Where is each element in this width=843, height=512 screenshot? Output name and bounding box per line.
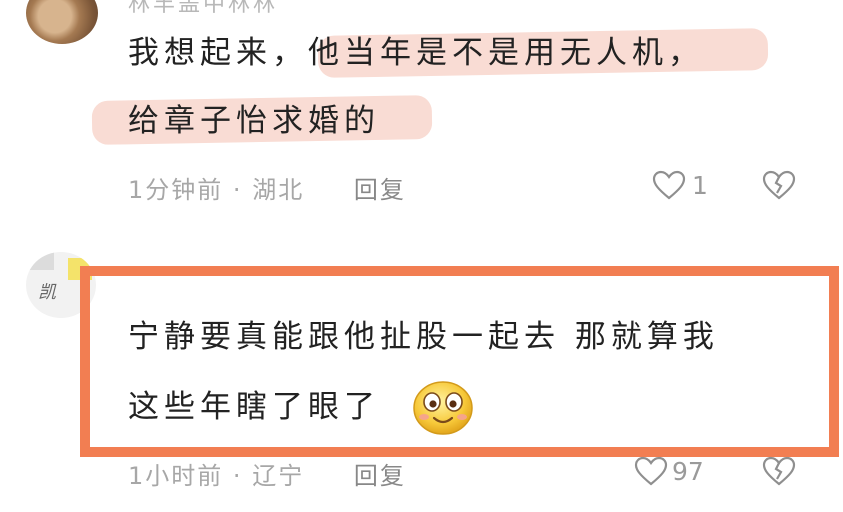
heart-outline-icon: [652, 170, 686, 200]
comment-text-line1: 我想起来，他当年是不是用无人机，: [128, 38, 704, 69]
comment-time: 1分钟前: [128, 176, 224, 204]
like-count: 1: [692, 170, 708, 200]
dislike-button[interactable]: [762, 170, 796, 200]
like-button[interactable]: 1: [652, 170, 708, 200]
avatar-scribble: 凯: [38, 282, 56, 303]
comment-location: 湖北: [252, 176, 305, 204]
reply-button[interactable]: 回复: [354, 176, 406, 204]
comment-text-line2: 给章子怡求婚的: [128, 103, 380, 139]
like-count: 97: [672, 456, 704, 486]
comment-text-plain: 我想起来，: [128, 35, 308, 71]
avatar[interactable]: [26, 0, 98, 44]
broken-heart-icon: [762, 170, 796, 200]
dislike-button[interactable]: [762, 456, 796, 486]
meta-separator: ·: [232, 176, 243, 204]
comment-time: 1小时前: [128, 462, 224, 490]
comment-text-line1: 宁静要真能跟他扯股一起去 那就算我: [128, 319, 719, 355]
smiling-face-emoji: [412, 380, 474, 440]
meta-separator: ·: [232, 462, 243, 490]
reply-button[interactable]: 回复: [354, 462, 406, 490]
like-button[interactable]: 97: [634, 456, 704, 486]
comment-text-highlighted: 他当年是不是用无人机，: [308, 35, 704, 71]
author-name[interactable]: 林丰盖中林林: [128, 0, 278, 18]
comment-meta: 1分钟前 · 湖北 回复: [128, 170, 406, 205]
avatar-shade: [26, 252, 54, 270]
comment-location: 辽宁: [252, 462, 305, 490]
comment-text-line2: 这些年瞎了眼了: [128, 389, 380, 425]
broken-heart-icon: [762, 456, 796, 486]
comment-meta: 1小时前 · 辽宁 回复: [128, 456, 406, 491]
heart-outline-icon: [634, 456, 668, 486]
